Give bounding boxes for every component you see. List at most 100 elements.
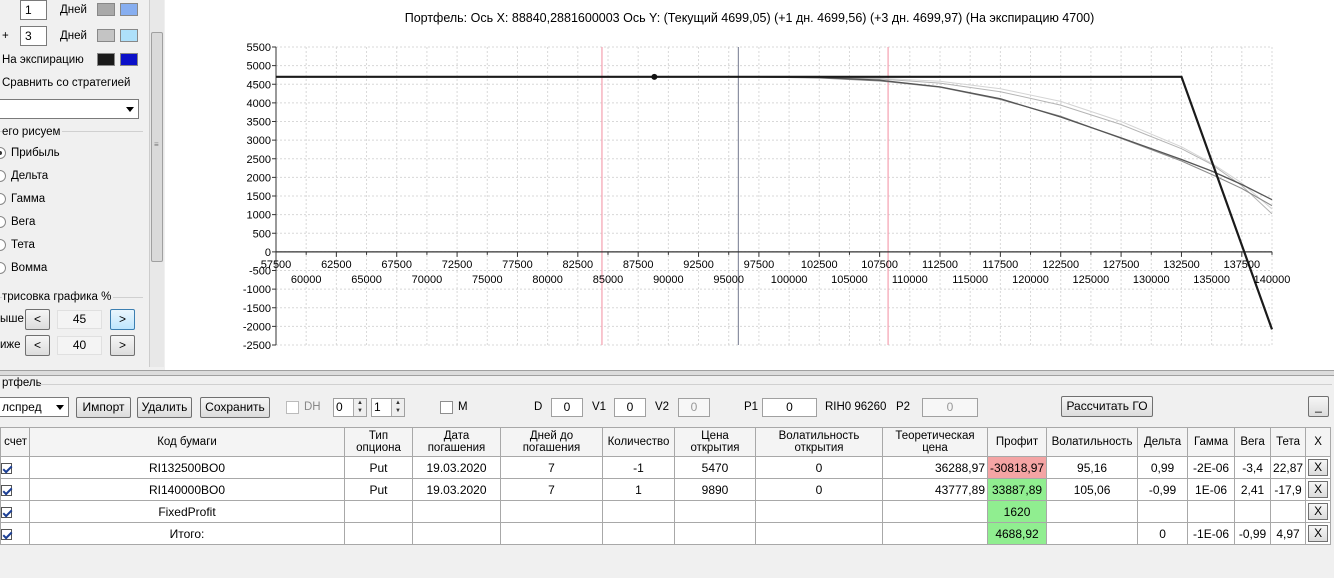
d-field[interactable]: 0 (551, 398, 583, 417)
table-row[interactable]: FixedProfit 1620 X (0, 500, 1332, 523)
v1-field[interactable]: 0 (614, 398, 646, 417)
cell-open-price[interactable]: 5470 (674, 456, 756, 479)
spin-arrows-icon[interactable]: ▲ ▼ (391, 399, 404, 416)
col-header-date[interactable]: Дата погашения (412, 427, 501, 457)
import-button[interactable]: Импорт (76, 397, 131, 418)
positions-table[interactable]: счет Код бумаги Тип опциона Дата погашен… (0, 427, 1332, 545)
days-unit-2: Дней (60, 30, 87, 42)
cell-open-vol[interactable] (755, 500, 883, 523)
cell-open-price[interactable]: 9890 (674, 478, 756, 501)
days-input-1[interactable]: 1 (20, 0, 47, 20)
row-checkbox[interactable] (0, 500, 30, 523)
radio-delta[interactable] (0, 170, 6, 182)
table-row[interactable]: RI140000BO0 Put 19.03.2020 7 1 9890 0 43… (0, 478, 1332, 501)
color-swatch-2a[interactable] (97, 29, 115, 42)
col-header-profit[interactable]: Профит (986, 427, 1048, 457)
row-checkbox[interactable] (0, 478, 30, 501)
above-decrease-button[interactable]: < (25, 309, 50, 330)
splitter[interactable] (0, 370, 1334, 376)
col-header-code[interactable]: Код бумаги (29, 427, 345, 457)
p1-field[interactable]: 0 (762, 398, 817, 417)
cell-theo (882, 500, 988, 523)
remove-row-button[interactable]: X (1308, 503, 1329, 520)
scrollbar-thumb[interactable]: ≡ (151, 32, 163, 262)
col-header-days[interactable]: Дней до погашения (500, 427, 603, 457)
radio-vomma[interactable] (0, 262, 6, 274)
left-panel-scrollbar[interactable]: ≡ (149, 0, 164, 367)
table-row-total[interactable]: Итого: 4688,92 0 -1E-06 -0,99 4,97 X (0, 522, 1332, 545)
chart-area[interactable]: Портфель: Ось X: 88840,2881600003 Ось Y:… (165, 0, 1334, 370)
check-icon[interactable] (1, 506, 12, 518)
col-header-open-price[interactable]: Цена открытия (674, 427, 756, 457)
cell-open-price[interactable] (674, 500, 756, 523)
color-swatch-3a[interactable] (97, 53, 115, 66)
col-header-gamma[interactable]: Гамма (1187, 427, 1236, 457)
strategy-select[interactable]: лспред (0, 397, 69, 417)
draw-option-delta[interactable]: Дельта (11, 170, 48, 182)
col-header-vol[interactable]: Волатильность (1046, 427, 1139, 457)
row-checkbox[interactable] (0, 522, 30, 545)
below-decrease-button[interactable]: < (25, 335, 50, 356)
save-button[interactable]: Сохранить (200, 397, 270, 418)
cell-open-vol[interactable]: 0 (755, 456, 883, 479)
col-header-x[interactable]: X (1305, 427, 1332, 457)
col-header-type[interactable]: Тип опциона (344, 427, 413, 457)
spin-arrows-icon[interactable]: ▲ ▼ (353, 399, 366, 416)
draw-option-vomma[interactable]: Вомма (11, 262, 47, 274)
delete-button[interactable]: Удалить (137, 397, 192, 418)
radio-profit[interactable] (0, 147, 6, 159)
spin-input-2[interactable]: 1 ▲ ▼ (371, 398, 405, 417)
draw-option-theta[interactable]: Тета (11, 239, 35, 251)
portfolio-group-border (38, 384, 1332, 385)
dh-checkbox[interactable] (286, 401, 299, 414)
col-header-account[interactable]: счет (0, 427, 30, 457)
remove-row-button[interactable]: X (1308, 525, 1329, 542)
col-header-vega[interactable]: Вега (1234, 427, 1272, 457)
cell-qty[interactable]: -1 (602, 456, 675, 479)
compare-strategy-select[interactable] (0, 99, 139, 119)
col-header-delta[interactable]: Дельта (1137, 427, 1189, 457)
cell-remove[interactable]: X (1305, 500, 1332, 523)
v2-field[interactable]: 0 (678, 398, 710, 417)
m-checkbox[interactable] (440, 401, 453, 414)
check-icon[interactable] (1, 462, 12, 474)
color-swatch-2b[interactable] (120, 29, 138, 42)
compare-strategy-label[interactable]: Сравнить со стратегией (2, 77, 130, 89)
cell-remove[interactable]: X (1305, 456, 1332, 479)
color-swatch-1b[interactable] (120, 3, 138, 16)
cell-qty[interactable]: 1 (602, 478, 675, 501)
days-input-2[interactable]: 3 (20, 26, 47, 46)
y-tick-label: -2000 (243, 321, 271, 333)
v2-label: V2 (655, 401, 670, 413)
radio-gamma[interactable] (0, 193, 6, 205)
remove-row-button[interactable]: X (1308, 481, 1329, 498)
color-swatch-3b[interactable] (120, 53, 138, 66)
draw-option-profit[interactable]: Прибыль (11, 147, 60, 159)
table-row[interactable]: RI132500BO0 Put 19.03.2020 7 -1 5470 0 3… (0, 456, 1332, 479)
remove-row-button[interactable]: X (1308, 459, 1329, 476)
radio-theta[interactable] (0, 239, 6, 251)
draw-option-vega[interactable]: Вега (11, 216, 35, 228)
cell-open-vol[interactable]: 0 (755, 478, 883, 501)
spin-input-1[interactable]: 0 ▲ ▼ (333, 398, 367, 417)
col-header-qty[interactable]: Количество (602, 427, 675, 457)
above-increase-button[interactable]: > (110, 309, 135, 330)
below-increase-button[interactable]: > (110, 335, 135, 356)
radio-vega[interactable] (0, 216, 6, 228)
color-swatch-1a[interactable] (97, 3, 115, 16)
col-header-theta[interactable]: Тета (1270, 427, 1307, 457)
cell-remove[interactable]: X (1305, 522, 1332, 545)
minimize-button[interactable]: _ (1308, 396, 1329, 417)
draw-option-gamma[interactable]: Гамма (11, 193, 45, 205)
check-icon[interactable] (1, 484, 12, 496)
col-header-open-vol[interactable]: Волатильность открытия (755, 427, 883, 457)
check-icon[interactable] (1, 528, 12, 540)
payoff-chart[interactable]: 5500500045004000350030002500200015001000… (165, 0, 1334, 370)
cell-remove[interactable]: X (1305, 478, 1332, 501)
calculate-margin-button[interactable]: Рассчитать ГО (1061, 396, 1153, 417)
p2-field[interactable]: 0 (922, 398, 978, 417)
col-header-theo[interactable]: Теоретическая цена (882, 427, 988, 457)
chart-tick-labels: 5500500045004000350030002500200015001000… (243, 42, 1291, 352)
cell-qty[interactable] (602, 500, 675, 523)
row-checkbox[interactable] (0, 456, 30, 479)
